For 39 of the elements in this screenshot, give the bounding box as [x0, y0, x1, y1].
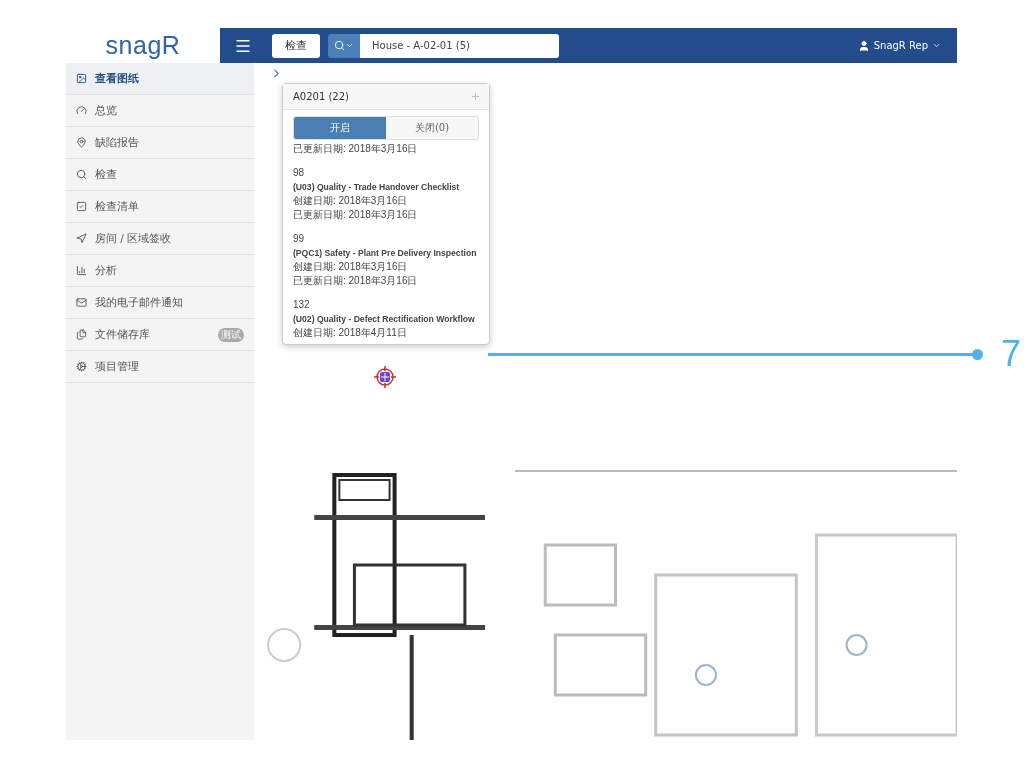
entry-title[interactable]: (U02) Quality - Defect Rectification Workflow — [293, 312, 479, 326]
checkbox-icon — [76, 201, 87, 212]
entry-date: 已更新日期: 2018年3月16日 — [293, 274, 419, 288]
target-marker-icon[interactable] — [374, 366, 396, 388]
search-icon — [334, 40, 345, 51]
logo: snagR — [105, 31, 181, 60]
status-tab[interactable]: 关闭(0) — [386, 117, 478, 139]
entry-title[interactable]: (U03) Quality - Trade Handover Checklist — [293, 180, 479, 194]
entry-number: 99 — [293, 232, 306, 246]
status-tab[interactable]: 开启 — [294, 117, 386, 139]
search-icon — [76, 169, 87, 180]
entry-date: 创建日期: 2018年3月16日 — [293, 194, 409, 208]
image-icon — [76, 73, 87, 84]
user-icon — [857, 39, 870, 52]
entry-date: 已更新日期: 2018年3月16日 — [293, 208, 419, 222]
caret-icon — [345, 41, 354, 50]
entry-number: 132 — [293, 298, 311, 312]
search-field[interactable]: House - A-02-01 (5) — [360, 33, 559, 58]
sidebar-item[interactable]: 查看图纸 — [66, 63, 254, 95]
callout-dot — [972, 348, 983, 360]
gauge-icon — [76, 105, 87, 116]
user-menu-button[interactable]: SnagR Rep — [851, 38, 947, 53]
entry-number: 98 — [293, 166, 306, 180]
popup-title: A0201 (22) — [293, 91, 349, 102]
beta-badge: 测试 — [218, 327, 244, 342]
caret-icon — [932, 41, 941, 50]
entry-date: 已更新日期: 2018年3月16日 — [293, 142, 419, 156]
gear-icon — [76, 361, 87, 372]
files-icon — [76, 329, 87, 340]
bar-chart-icon — [76, 265, 87, 276]
scope-button[interactable]: 检查 — [272, 33, 320, 58]
callout-number: 7 — [1001, 333, 1022, 375]
entry-date: 创建日期: 2018年4月11日 — [293, 326, 408, 340]
entry-date: 创建日期: 2018年3月16日 — [293, 260, 409, 274]
entry-title[interactable]: (PQC1) Safety - Plant Pre Delivery Inspection — [293, 246, 479, 260]
mail-icon — [76, 297, 87, 308]
search-dropdown-button[interactable] — [328, 33, 360, 58]
map-pin-icon — [76, 137, 87, 148]
arrow-icon — [76, 233, 87, 244]
